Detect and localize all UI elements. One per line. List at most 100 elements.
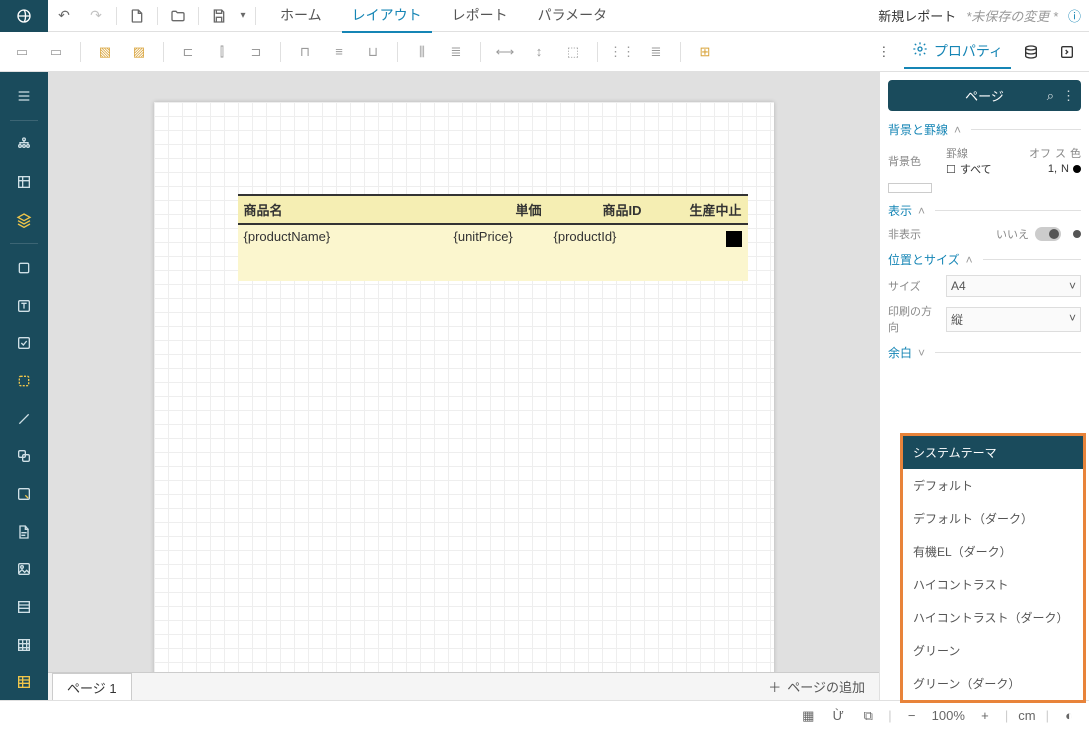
group-button[interactable]: ⊞ xyxy=(689,37,721,67)
header-discontinued[interactable]: 生産中止 xyxy=(648,196,748,223)
undo-button[interactable]: ↶ xyxy=(48,2,80,30)
tab-params[interactable]: パラメータ xyxy=(528,0,618,33)
tab-home[interactable]: ホーム xyxy=(270,0,332,33)
snap-toggle[interactable]: Ừ xyxy=(828,708,848,723)
align-center-button[interactable]: ⫿ xyxy=(206,37,238,67)
orient-label: 印刷の方向 xyxy=(888,303,940,335)
size-label: サイズ xyxy=(888,278,940,294)
tool-select[interactable] xyxy=(6,367,42,395)
cell-product-id[interactable]: {productId} xyxy=(548,225,648,281)
section-pos-size[interactable]: 位置とサイズ˄ xyxy=(888,251,1081,268)
distribute-h-button[interactable]: ⫼ xyxy=(406,37,438,67)
tool-text[interactable] xyxy=(6,292,42,320)
distribute-v-button[interactable]: ≣ xyxy=(440,37,472,67)
align-tool-1[interactable]: ▭ xyxy=(6,37,38,67)
gear-icon xyxy=(912,41,928,60)
tool-hierarchy[interactable] xyxy=(6,130,42,158)
hidden-toggle[interactable] xyxy=(1035,227,1061,241)
theme-item-highcontrast[interactable]: ハイコントラスト xyxy=(903,568,1083,601)
tool-shape[interactable] xyxy=(6,442,42,470)
prop-header[interactable]: ページ ⌕⋮ xyxy=(888,80,1081,111)
section-display[interactable]: 表示˄ xyxy=(888,202,1081,219)
tab-layout[interactable]: レイアウト xyxy=(342,0,432,33)
header-product-name[interactable]: 商品名 xyxy=(238,196,448,223)
tool-richtext[interactable] xyxy=(6,518,42,546)
tab-report[interactable]: レポート xyxy=(442,0,518,33)
hidden-label: 非表示 xyxy=(888,226,940,242)
app-logo[interactable] xyxy=(0,0,48,32)
info-icon[interactable]: ⓘ xyxy=(1068,6,1081,25)
grid-toggle[interactable]: ▦ xyxy=(798,708,818,724)
tool-tablix[interactable] xyxy=(6,668,42,696)
align-bottom-button[interactable]: ⊔ xyxy=(357,37,389,67)
align-left-button[interactable]: ⊏ xyxy=(172,37,204,67)
header-unit-price[interactable]: 単価 xyxy=(448,196,548,223)
unit-toggle[interactable]: cm xyxy=(1018,708,1035,723)
theme-item-green[interactable]: グリーン xyxy=(903,634,1083,667)
bring-front-button[interactable]: ▧ xyxy=(89,37,121,67)
tool-checkbox[interactable] xyxy=(6,329,42,357)
theme-item-highcontrast-dark[interactable]: ハイコントラスト（ダーク） xyxy=(903,601,1083,634)
more-button[interactable]: ⋮ xyxy=(868,37,900,67)
redo-button[interactable]: ↷ xyxy=(80,2,112,30)
theme-item-default[interactable]: デフォルト xyxy=(903,469,1083,502)
bgcolor-swatch[interactable] xyxy=(888,183,932,193)
section-margin[interactable]: 余白˅ xyxy=(888,344,1081,361)
space-h-button[interactable]: ⋮⋮ xyxy=(606,37,638,67)
tool-matrix[interactable] xyxy=(6,631,42,659)
zoom-in-button[interactable]: + xyxy=(975,708,995,723)
tool-line[interactable] xyxy=(6,405,42,433)
align-tool-2[interactable]: ▭ xyxy=(40,37,72,67)
size-both-button[interactable]: ⬚ xyxy=(557,37,589,67)
theme-popup: システムテーマ デフォルト デフォルト（ダーク） 有機EL（ダーク） ハイコント… xyxy=(903,436,1083,700)
orient-select[interactable]: 縦˅ xyxy=(946,307,1081,332)
magnet-toggle[interactable]: ⧉ xyxy=(858,708,878,724)
search-icon[interactable]: ⌕ xyxy=(1047,88,1054,104)
theme-item-default-dark[interactable]: デフォルト（ダーク） xyxy=(903,502,1083,535)
tablix-control[interactable]: 商品名 単価 商品ID 生産中止 {productName} {unitPric… xyxy=(238,194,748,281)
page-tab-1[interactable]: ページ 1 xyxy=(52,673,132,701)
cell-discontinued[interactable] xyxy=(648,225,748,281)
tool-list[interactable] xyxy=(6,593,42,621)
plus-icon: ＋ xyxy=(768,677,781,696)
tool-container[interactable] xyxy=(6,254,42,282)
theme-popup-title: システムテーマ xyxy=(903,436,1083,469)
open-button[interactable] xyxy=(162,2,194,30)
expr-dot[interactable] xyxy=(1073,230,1081,238)
cell-unit-price[interactable]: {unitPrice} xyxy=(448,225,548,281)
checkbox-indicator xyxy=(726,231,742,247)
theme-button[interactable]: ◐ xyxy=(1059,708,1079,723)
menu-button[interactable] xyxy=(6,82,42,110)
add-page-button[interactable]: ＋ページの追加 xyxy=(754,673,879,700)
tool-subreport[interactable] xyxy=(6,480,42,508)
collapse-panel-button[interactable] xyxy=(1051,37,1083,67)
data-panel-button[interactable] xyxy=(1015,37,1047,67)
align-top-button[interactable]: ⊓ xyxy=(289,37,321,67)
report-page[interactable]: 商品名 単価 商品ID 生産中止 {productName} {unitPric… xyxy=(154,102,774,672)
properties-label: プロパティ xyxy=(934,41,1003,61)
size-height-button[interactable]: ↕ xyxy=(523,37,555,67)
send-back-button[interactable]: ▨ xyxy=(123,37,155,67)
size-width-button[interactable]: ⟷ xyxy=(489,37,521,67)
doc-title: 新規レポート xyxy=(878,6,956,25)
new-button[interactable] xyxy=(121,2,153,30)
tool-image[interactable] xyxy=(6,555,42,583)
header-product-id[interactable]: 商品ID xyxy=(548,196,648,223)
tool-layers[interactable] xyxy=(6,206,42,234)
theme-item-oled-dark[interactable]: 有機EL（ダーク） xyxy=(903,535,1083,568)
properties-tab[interactable]: プロパティ xyxy=(904,35,1011,69)
align-middle-button[interactable]: ≡ xyxy=(323,37,355,67)
theme-item-green-dark[interactable]: グリーン（ダーク） xyxy=(903,667,1083,700)
save-dropdown[interactable]: ▾ xyxy=(235,2,251,30)
more-icon[interactable]: ⋮ xyxy=(1062,88,1075,104)
size-select[interactable]: A4˅ xyxy=(946,275,1081,297)
space-v-button[interactable]: ≣ xyxy=(640,37,672,67)
bgcolor-label: 背景色 xyxy=(888,153,940,169)
zoom-out-button[interactable]: − xyxy=(902,708,922,723)
save-button[interactable] xyxy=(203,2,235,30)
section-bg-border[interactable]: 背景と罫線˄ xyxy=(888,121,1081,138)
cell-product-name[interactable]: {productName} xyxy=(238,225,448,281)
zoom-level[interactable]: 100% xyxy=(932,708,965,723)
tool-table[interactable] xyxy=(6,168,42,196)
align-right-button[interactable]: ⊐ xyxy=(240,37,272,67)
